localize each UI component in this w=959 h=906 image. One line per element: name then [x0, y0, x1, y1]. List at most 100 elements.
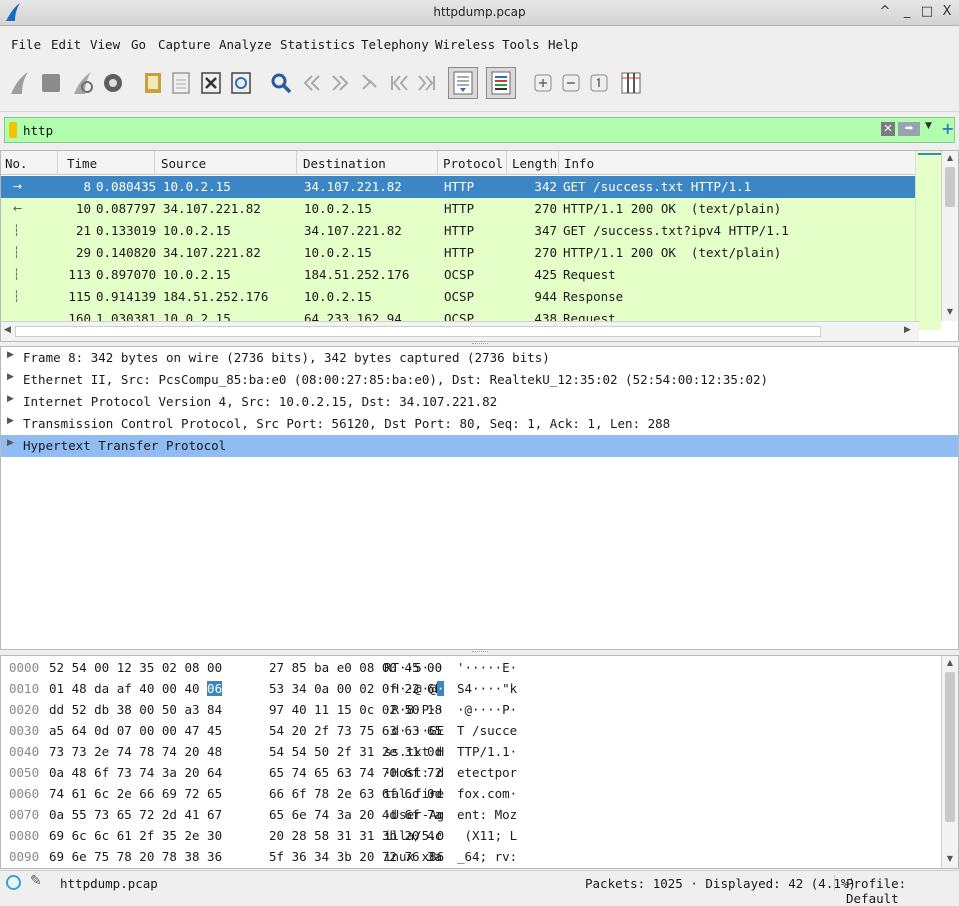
menu-statistics[interactable]: Statistics	[280, 37, 355, 52]
menu-view[interactable]: View	[90, 37, 120, 52]
hex-row[interactable]: 0040 73 73 2e 74 78 74 20 48 54 54 50 2f…	[1, 742, 941, 763]
menu-file[interactable]: File	[11, 37, 41, 52]
packet-row[interactable]: ┆ 29 0.140820 34.107.221.82 10.0.2.15 HT…	[1, 242, 941, 264]
hex-row[interactable]: 0080 69 6c 6c 61 2f 35 2e 30 20 28 58 31…	[1, 826, 941, 847]
packet-row[interactable]: ┆ 21 0.133019 10.0.2.15 34.107.221.82 HT…	[1, 220, 941, 242]
hex-row[interactable]: 0050 0a 48 6f 73 74 3a 20 64 65 74 65 63…	[1, 763, 941, 784]
menu-tools[interactable]: Tools	[502, 37, 540, 52]
menu-analyze[interactable]: Analyze	[219, 37, 272, 52]
packet-list-vertical-scrollbar[interactable]: ▲ ▼	[941, 151, 958, 321]
clear-filter-icon[interactable]: ✕	[881, 122, 895, 136]
find-packet-icon[interactable]	[266, 67, 296, 99]
hex-row[interactable]: 0000 52 54 00 12 35 02 08 00 27 85 ba e0…	[1, 658, 941, 679]
hex-row[interactable]: 0060 74 61 6c 2e 66 69 72 65 66 6f 78 2e…	[1, 784, 941, 805]
display-filter-bar: ✕ ➡ ▼ +	[4, 117, 955, 143]
window-minimize-button[interactable]: _	[898, 4, 916, 19]
filter-bookmark-icon[interactable]	[9, 122, 17, 138]
hex-row[interactable]: 0070 0a 55 73 65 72 2d 41 67 65 6e 74 3a…	[1, 805, 941, 826]
column-header-length[interactable]: Length	[512, 156, 557, 171]
last-packet-icon[interactable]	[412, 67, 442, 99]
packet-list: No. Time Source Destination Protocol Len…	[0, 150, 959, 342]
status-profile[interactable]: Profile: Default	[846, 876, 959, 906]
apply-filter-icon[interactable]: ➡	[898, 122, 920, 136]
hex-row[interactable]: 0010 01 48 da af 40 00 40 06 53 34 0a 00…	[1, 679, 941, 700]
expand-arrow-icon[interactable]: ▶	[7, 438, 14, 448]
menu-capture[interactable]: Capture	[158, 37, 211, 52]
scroll-up-icon[interactable]: ▲	[942, 153, 958, 165]
stop-capture-icon[interactable]	[36, 67, 66, 99]
save-file-icon[interactable]	[166, 67, 196, 99]
main-toolbar	[0, 56, 959, 112]
bytes-vertical-scrollbar[interactable]: ▲ ▼	[941, 656, 958, 868]
details-tree-item[interactable]: ▶ Ethernet II, Src: PcsCompu_85:ba:e0 (0…	[1, 369, 958, 391]
menu-go[interactable]: Go	[131, 37, 146, 52]
packet-minimap[interactable]	[915, 151, 942, 321]
open-file-icon[interactable]	[138, 67, 168, 99]
hex-row[interactable]: 0020 dd 52 db 38 00 50 a3 84 97 40 11 15…	[1, 700, 941, 721]
hex-row[interactable]: 0030 a5 64 0d 07 00 00 47 45 54 20 2f 73…	[1, 721, 941, 742]
hex-row[interactable]: 0090 69 6e 75 78 20 78 38 36 5f 36 34 3b…	[1, 847, 941, 868]
status-file-name: httpdump.pcap	[60, 876, 158, 891]
capture-comment-pencil-icon[interactable]: ✎	[30, 873, 42, 889]
scroll-right-icon[interactable]: ▶	[904, 325, 911, 335]
capture-options-icon[interactable]	[98, 67, 128, 99]
details-tree-item[interactable]: ▶ Transmission Control Protocol, Src Por…	[1, 413, 958, 435]
scroll-down-icon[interactable]: ▼	[942, 307, 958, 319]
expert-info-indicator-icon[interactable]	[6, 875, 21, 890]
details-tree-item[interactable]: ▶ Internet Protocol Version 4, Src: 10.0…	[1, 391, 958, 413]
details-tree-item[interactable]: ▶ Frame 8: 342 bytes on wire (2736 bits)…	[1, 347, 958, 369]
colorize-icon[interactable]	[486, 67, 516, 99]
menu-bar: File Edit View Go Capture Analyze Statis…	[0, 26, 959, 54]
reload-file-icon[interactable]	[226, 67, 256, 99]
column-header-destination[interactable]: Destination	[303, 156, 386, 171]
column-header-no[interactable]: No.	[5, 156, 28, 171]
window-close-button[interactable]: X	[938, 4, 956, 19]
expand-arrow-icon[interactable]: ▶	[7, 372, 14, 382]
scroll-up-icon[interactable]: ▲	[942, 658, 958, 670]
start-capture-icon[interactable]	[4, 67, 34, 99]
restart-capture-icon[interactable]	[68, 67, 98, 99]
scroll-left-icon[interactable]: ◀	[4, 325, 11, 335]
resize-columns-icon[interactable]	[616, 67, 646, 99]
title-bar: httpdump.pcap ^ _ □ X	[0, 0, 959, 26]
column-header-source[interactable]: Source	[161, 156, 206, 171]
status-packet-counts: Packets: 1025 · Displayed: 42 (4.1%)	[585, 876, 856, 891]
normal-size-icon[interactable]	[584, 67, 614, 99]
window-maximize-button[interactable]: □	[918, 4, 936, 19]
packet-row[interactable]: ┆ 113 0.897070 10.0.2.15 184.51.252.176 …	[1, 264, 941, 286]
packet-row[interactable]: → 8 0.080435 10.0.2.15 34.107.221.82 HTT…	[1, 176, 941, 198]
menu-wireless[interactable]: Wireless	[435, 37, 495, 52]
scroll-down-icon[interactable]: ▼	[942, 854, 958, 866]
add-filter-button-icon[interactable]: +	[941, 119, 954, 138]
display-filter-input[interactable]	[23, 120, 863, 140]
go-to-packet-icon[interactable]	[354, 67, 384, 99]
pane-splitter[interactable]	[472, 651, 488, 653]
pane-splitter[interactable]	[472, 343, 488, 345]
zoom-in-icon[interactable]	[528, 67, 558, 99]
column-header-info[interactable]: Info	[564, 156, 594, 171]
packet-details-tree: ▶ Frame 8: 342 bytes on wire (2736 bits)…	[0, 346, 959, 650]
packet-row[interactable]: ┆ 115 0.914139 184.51.252.176 10.0.2.15 …	[1, 286, 941, 308]
menu-telephony[interactable]: Telephony	[361, 37, 429, 52]
packet-list-header: No. Time Source Destination Protocol Len…	[1, 151, 941, 175]
zoom-out-icon[interactable]	[556, 67, 586, 99]
status-bar: ✎ httpdump.pcap Packets: 1025 · Displaye…	[0, 870, 959, 906]
packet-row[interactable]: ← 10 0.087797 34.107.221.82 10.0.2.15 HT…	[1, 198, 941, 220]
window-shade-button[interactable]: ^	[876, 4, 894, 19]
column-header-protocol[interactable]: Protocol	[443, 156, 503, 171]
menu-help[interactable]: Help	[548, 37, 578, 52]
filter-history-chevron-down-icon[interactable]: ▼	[925, 121, 932, 131]
details-tree-item-selected[interactable]: ▶ Hypertext Transfer Protocol	[1, 435, 958, 457]
expand-arrow-icon[interactable]: ▶	[7, 394, 14, 404]
go-back-icon[interactable]	[296, 67, 326, 99]
expand-arrow-icon[interactable]: ▶	[7, 350, 14, 360]
expand-arrow-icon[interactable]: ▶	[7, 416, 14, 426]
autoscroll-icon[interactable]	[448, 67, 478, 99]
packet-list-horizontal-scrollbar[interactable]: ◀ ▶	[1, 321, 919, 341]
go-forward-icon[interactable]	[326, 67, 356, 99]
first-packet-icon[interactable]	[384, 67, 414, 99]
window-title: httpdump.pcap	[433, 5, 526, 19]
menu-edit[interactable]: Edit	[51, 37, 81, 52]
column-header-time[interactable]: Time	[67, 156, 97, 171]
close-file-icon[interactable]	[196, 67, 226, 99]
